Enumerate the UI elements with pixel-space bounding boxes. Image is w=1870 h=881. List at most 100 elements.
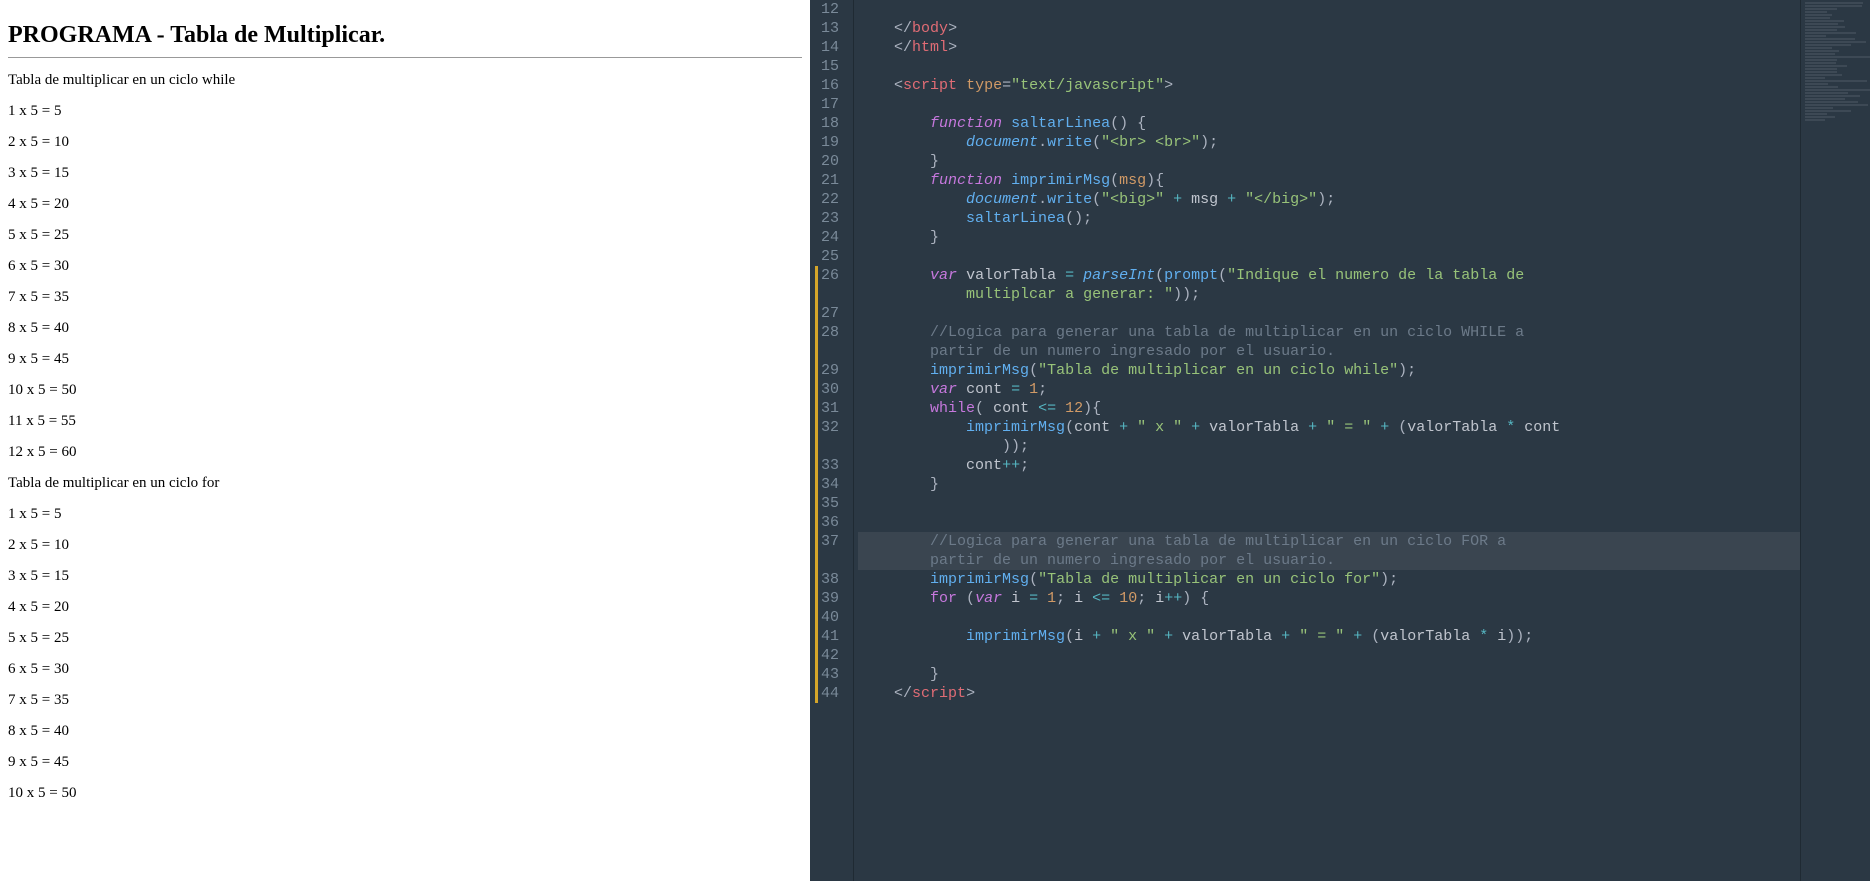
- code-line[interactable]: imprimirMsg("Tabla de multiplicar en un …: [858, 570, 1800, 589]
- line-number: 32: [815, 418, 839, 437]
- line-number: 15: [818, 57, 839, 76]
- code-line[interactable]: document.write("<br> <br>");: [858, 133, 1800, 152]
- line-number: 44: [815, 684, 839, 703]
- code-line-wrap[interactable]: partir de un numero ingresado por el usu…: [858, 342, 1800, 361]
- minimap[interactable]: [1800, 0, 1870, 881]
- code-line[interactable]: while( cont <= 12){: [858, 399, 1800, 418]
- line-number: 38: [815, 570, 839, 589]
- code-line[interactable]: //Logica para generar una tabla de multi…: [858, 532, 1800, 551]
- line-number: 18: [818, 114, 839, 133]
- code-line[interactable]: [858, 304, 1800, 323]
- output-row: 2 x 5 = 10: [8, 134, 802, 151]
- line-number: 31: [815, 399, 839, 418]
- line-number: 28: [815, 323, 839, 342]
- line-number: 37: [815, 532, 839, 551]
- code-line[interactable]: </script>: [858, 684, 1800, 703]
- code-line[interactable]: imprimirMsg(cont + " x " + valorTabla + …: [858, 418, 1800, 437]
- line-number: 34: [815, 475, 839, 494]
- line-number: 26: [815, 266, 839, 285]
- code-line[interactable]: [858, 646, 1800, 665]
- code-line[interactable]: [858, 247, 1800, 266]
- code-line[interactable]: </body>: [858, 19, 1800, 38]
- line-number: 20: [818, 152, 839, 171]
- section-heading-for: Tabla de multiplicar en un ciclo for: [8, 475, 802, 492]
- code-line[interactable]: }: [858, 228, 1800, 247]
- code-line-wrap[interactable]: partir de un numero ingresado por el usu…: [858, 551, 1800, 570]
- code-text-area[interactable]: </body> </html> <script type="text/javas…: [854, 0, 1800, 881]
- code-line[interactable]: </html>: [858, 38, 1800, 57]
- code-line[interactable]: [858, 494, 1800, 513]
- code-line[interactable]: [858, 0, 1800, 19]
- code-line[interactable]: }: [858, 665, 1800, 684]
- line-number: 14: [818, 38, 839, 57]
- code-line[interactable]: [858, 95, 1800, 114]
- code-line[interactable]: //Logica para generar una tabla de multi…: [858, 323, 1800, 342]
- code-line[interactable]: imprimirMsg("Tabla de multiplicar en un …: [858, 361, 1800, 380]
- line-number: 30: [815, 380, 839, 399]
- code-line[interactable]: imprimirMsg(i + " x " + valorTabla + " =…: [858, 627, 1800, 646]
- output-row: 9 x 5 = 45: [8, 351, 802, 368]
- code-line[interactable]: [858, 513, 1800, 532]
- line-number: 27: [815, 304, 839, 323]
- code-line[interactable]: cont++;: [858, 456, 1800, 475]
- line-number: 35: [815, 494, 839, 513]
- line-number: 42: [815, 646, 839, 665]
- output-row: 4 x 5 = 20: [8, 196, 802, 213]
- code-line[interactable]: [858, 608, 1800, 627]
- divider: [8, 57, 802, 58]
- code-editor-pane[interactable]: 121314151617181920212223242526 2728 293031…: [810, 0, 1870, 881]
- output-row: 5 x 5 = 25: [8, 630, 802, 647]
- line-number: 16: [818, 76, 839, 95]
- line-number: 19: [818, 133, 839, 152]
- code-line[interactable]: var cont = 1;: [858, 380, 1800, 399]
- output-row: 3 x 5 = 15: [8, 568, 802, 585]
- code-line[interactable]: }: [858, 152, 1800, 171]
- code-line[interactable]: [858, 57, 1800, 76]
- code-line[interactable]: <script type="text/javascript">: [858, 76, 1800, 95]
- output-row: 7 x 5 = 35: [8, 289, 802, 306]
- code-line[interactable]: saltarLinea();: [858, 209, 1800, 228]
- output-row: 6 x 5 = 30: [8, 258, 802, 275]
- output-row: 9 x 5 = 45: [8, 754, 802, 771]
- output-row: 8 x 5 = 40: [8, 723, 802, 740]
- line-number: 25: [818, 247, 839, 266]
- line-number-gutter: 121314151617181920212223242526 2728 293031…: [810, 0, 854, 881]
- line-number: 17: [818, 95, 839, 114]
- code-line-wrap[interactable]: ));: [858, 437, 1800, 456]
- output-row: 4 x 5 = 20: [8, 599, 802, 616]
- output-row: 12 x 5 = 60: [8, 444, 802, 461]
- output-row: 10 x 5 = 50: [8, 382, 802, 399]
- output-row: 11 x 5 = 55: [8, 413, 802, 430]
- line-number: 33: [815, 456, 839, 475]
- line-number: 29: [815, 361, 839, 380]
- code-line[interactable]: }: [858, 475, 1800, 494]
- code-line[interactable]: function imprimirMsg(msg){: [858, 171, 1800, 190]
- line-number: 24: [818, 228, 839, 247]
- code-line[interactable]: var valorTabla = parseInt(prompt("Indiqu…: [858, 266, 1800, 285]
- output-row: 7 x 5 = 35: [8, 692, 802, 709]
- output-row: 1 x 5 = 5: [8, 103, 802, 120]
- line-number: 22: [818, 190, 839, 209]
- line-number: 12: [818, 0, 839, 19]
- code-line-wrap[interactable]: multiplcar a generar: "));: [858, 285, 1800, 304]
- line-number: 41: [815, 627, 839, 646]
- line-number: 39: [815, 589, 839, 608]
- line-number: 40: [815, 608, 839, 627]
- code-line[interactable]: for (var i = 1; i <= 10; i++) {: [858, 589, 1800, 608]
- line-number: 23: [818, 209, 839, 228]
- browser-output-pane: PROGRAMA - Tabla de Multiplicar. Tabla d…: [0, 0, 810, 881]
- line-number: 43: [815, 665, 839, 684]
- for-rows-container: 1 x 5 = 52 x 5 = 103 x 5 = 154 x 5 = 205…: [8, 506, 802, 802]
- output-row: 5 x 5 = 25: [8, 227, 802, 244]
- line-number: 13: [818, 19, 839, 38]
- output-row: 1 x 5 = 5: [8, 506, 802, 523]
- while-rows-container: 1 x 5 = 5 2 x 5 = 10 3 x 5 = 15 4 x 5 = 20 5…: [8, 103, 802, 461]
- code-line[interactable]: document.write("<big>" + msg + "</big>")…: [858, 190, 1800, 209]
- output-row: 10 x 5 = 50: [8, 785, 802, 802]
- code-line[interactable]: function saltarLinea() {: [858, 114, 1800, 133]
- output-row: 6 x 5 = 30: [8, 661, 802, 678]
- section-heading-while: Tabla de multiplicar en un ciclo while: [8, 72, 802, 89]
- page-title: PROGRAMA - Tabla de Multiplicar.: [8, 22, 802, 49]
- line-number: 21: [818, 171, 839, 190]
- output-row: 3 x 5 = 15: [8, 165, 802, 182]
